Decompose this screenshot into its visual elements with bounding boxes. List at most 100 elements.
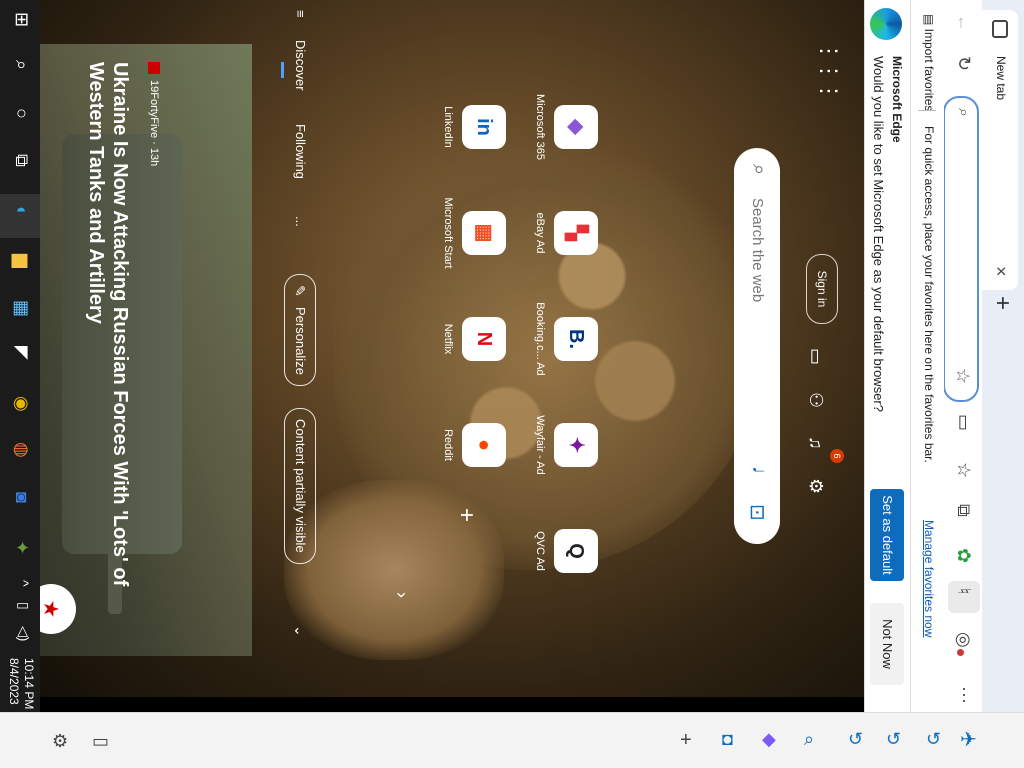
not-now-button[interactable]: Not Now [870,603,904,685]
address-bar[interactable]: ⌕ ☆ [943,96,979,402]
sidebar-tool-icon-3[interactable]: ↺ [926,729,941,750]
tile-netflix[interactable]: N Netflix [442,294,506,384]
show-hidden-icons-chevron[interactable]: ^ [16,580,32,587]
tab-title: New tab [994,56,1008,101]
app-launcher-icon[interactable]: ⋮⋮⋮ [816,40,842,100]
feed-menu-icon[interactable]: ≡ [293,10,308,18]
volume-icon[interactable]: ◁) [15,626,32,641]
sidebar-outlook-icon[interactable]: ◘ [722,729,733,750]
profile-status-dot [957,649,964,656]
tile-booking[interactable]: B. Booking.c... Ad [534,294,598,384]
tile-label: Booking.c... Ad [534,302,546,376]
settings-gear-icon[interactable]: ⚙ [805,478,826,494]
profile-icon[interactable]: ◎ [953,632,974,648]
sidebar-edge-icon[interactable]: ✈ [960,727,977,752]
battery-icon[interactable]: ▯ [15,602,32,610]
add-shortcut-icon[interactable]: + [452,508,480,522]
tile-microsoft-365[interactable]: ◆ Microsoft 365 [534,82,598,172]
active-tab-indicator [281,62,284,78]
tile-wayfair[interactable]: ✦ Wayfair - Ad [534,400,598,490]
start-icon[interactable]: ⊞ [11,12,32,27]
content-visibility-dropdown[interactable]: ⌄ Content partially visible [284,408,316,637]
chrome-icon[interactable]: ◉ [11,396,32,412]
app-icon-green[interactable]: ✦ [11,540,32,555]
sidebar-tool-icon-2[interactable]: ↺ [886,729,901,750]
tile-icon-box: ▚ [554,211,598,255]
app-icon[interactable]: ◤ [11,346,32,360]
feed-more-button[interactable]: ... [293,216,308,227]
tile-linkedin[interactable]: in LinkedIn [442,82,506,172]
tile-icon-box: ◆ [554,105,598,149]
import-favorites-link[interactable]: ▤ Import favorites [922,14,936,111]
visual-search-icon[interactable]: ⊡ [745,504,770,521]
chevron-down-icon: ⌄ [292,625,308,637]
more-options-icon[interactable]: ⋯ [953,686,974,704]
new-tab-button[interactable]: + [988,296,1016,310]
tab-following[interactable]: Following [293,124,308,179]
tile-icon-box: ● [462,423,506,467]
tile-reddit[interactable]: ● Reddit [442,400,506,490]
notifications-icon[interactable]: ♫ [805,436,826,450]
clock-time: 10:14 PM [22,658,36,710]
content-visibility-label: Content partially visible [293,419,308,553]
tile-icon-box: ✦ [554,423,598,467]
search-icon: ⌕ [748,164,770,176]
set-default-button[interactable]: Set as default [870,489,904,581]
store-icon[interactable]: ▦ [11,300,32,317]
extensions-icon[interactable]: ✿ [953,548,974,563]
bing-chat-icon[interactable]: ♮ [953,588,974,594]
file-explorer-icon[interactable]: ▆ [11,254,32,268]
refresh-icon[interactable]: ↻ [953,56,974,71]
microsoft-365-icon: ◆ [565,119,587,135]
feed-tabs: ≡ Discover Following ... ✎ Personalize ⌄… [264,0,318,697]
news-source: 19FortyFive · 13h [148,62,160,166]
tile-icon-box: ▦ [462,211,506,255]
back-icon[interactable]: ← [953,14,974,32]
app-icon-blue[interactable]: ◙ [11,492,32,503]
tab-discover[interactable]: Discover [293,40,308,91]
tile-label: QVC Ad [534,531,546,571]
tile-label: Microsoft 365 [534,93,546,161]
tile-label: eBay Ad [534,212,546,254]
publisher-logo-icon: ★ [40,584,76,634]
tile-label: Reddit [442,429,454,461]
next-chevron-icon[interactable]: › [391,592,412,598]
tile-icon-box: Q [554,529,598,573]
favorites-icon[interactable]: ☆ [953,462,974,478]
manage-favorites-link[interactable]: Manage favorites now [922,520,936,637]
firefox-icon[interactable]: ◍ [11,442,32,458]
netflix-icon: N [473,331,495,347]
edge-sidebar: ⚙ ▭ + ◘ ◆ ⌕ ↺ ↺ ↺ ✈ [0,712,1024,768]
web-search-box[interactable]: ⌕ Search the web ♩ ⊡ [734,148,780,544]
collections-icon[interactable]: ⧉ [953,504,974,517]
split-screen-icon[interactable]: ▭ [953,414,974,431]
tab-new-tab[interactable]: New tab × [982,10,1018,290]
notification-badge: 6 [830,449,844,463]
task-view-icon[interactable]: ⧉ [11,154,32,167]
share-icon[interactable]: ⚇ [805,392,826,408]
sidebar-copilot-icon[interactable]: ◆ [762,729,776,750]
sidebar-add-icon[interactable]: + [680,729,692,752]
sidebar-tool-icon-1[interactable]: ↺ [848,729,863,750]
cortana-icon[interactable]: ○ [11,108,32,119]
tile-microsoft-start[interactable]: ▦ Microsoft Start [442,188,506,278]
edge-taskbar-icon[interactable]: ◐ [11,206,32,217]
search-icon: ⌕ [955,108,972,117]
rewards-icon[interactable]: ▭ [805,348,826,365]
tile-ebay[interactable]: ▚ eBay Ad [534,188,598,278]
sidebar-hide-icon[interactable]: ▭ [92,731,109,752]
taskbar-clock[interactable]: 10:14 PM 8/4/2023 [6,658,36,709]
personalize-button[interactable]: ✎ Personalize [284,274,316,386]
sign-in-button[interactable]: Sign in [806,254,838,324]
tile-qvc[interactable]: Q QVC Ad [534,506,598,596]
favorite-star-icon[interactable]: ☆ [952,368,973,384]
news-card[interactable]: 19FortyFive · 13h Ukraine Is Now Attacki… [40,44,252,656]
sidebar-settings-icon[interactable]: ⚙ [52,731,68,752]
ebay-icon: ▚ [565,225,587,241]
microphone-icon[interactable]: ♩ [747,466,770,486]
sidebar-search-icon[interactable]: ⌕ [804,729,814,750]
close-tab-icon[interactable]: × [990,266,1011,277]
news-headline[interactable]: Ukraine Is Now Attacking Russian Forces … [84,62,132,622]
cortana-search-icon[interactable]: ⌕ [11,60,32,70]
wayfair-icon: ✦ [565,436,587,454]
